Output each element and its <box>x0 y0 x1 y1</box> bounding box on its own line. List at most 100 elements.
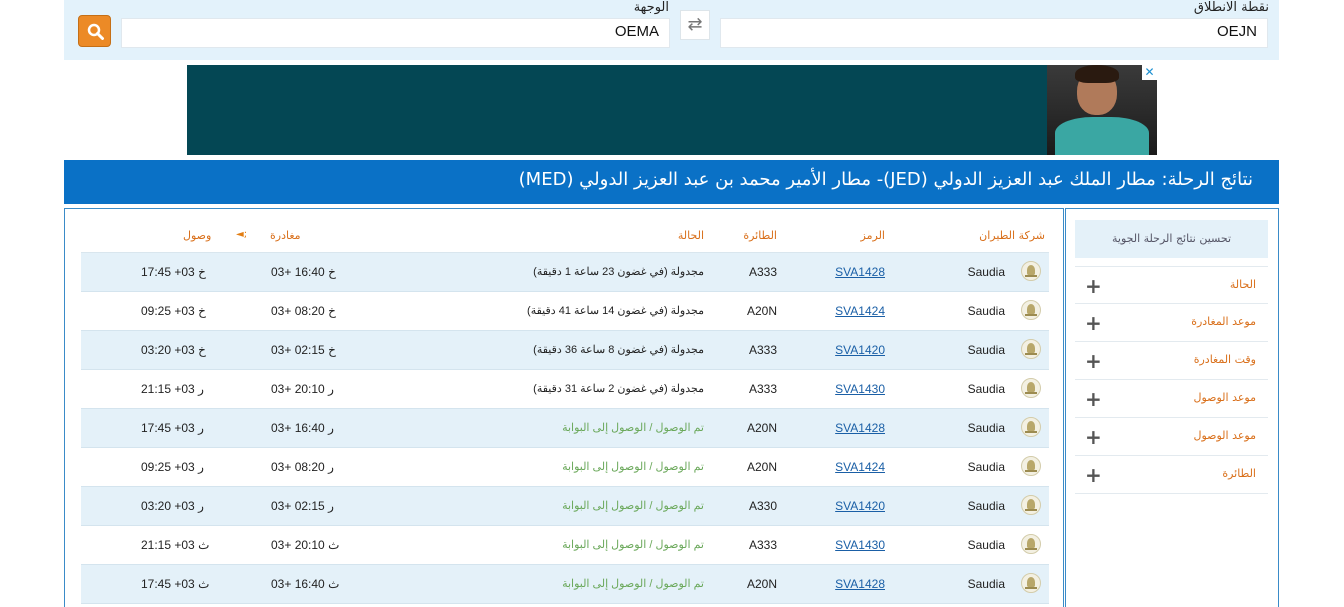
header-departure[interactable]: مغادرة <box>270 229 301 242</box>
flight-status: تم الوصول / الوصول إلى البوابة <box>562 422 704 434</box>
page-title: نتائج الرحلة: مطار الملك عبد العزيز الدو… <box>518 169 1253 190</box>
swap-icon[interactable]: ⇄ <box>680 10 710 40</box>
filter-label: وقت المغادرة <box>1193 353 1256 366</box>
flight-status: تم الوصول / الوصول إلى البوابة <box>562 578 704 590</box>
airline-name: Saudia <box>967 343 1005 357</box>
airline-name: Saudia <box>967 460 1005 474</box>
table-row[interactable]: Saudia SVA1430 A333 تم الوصول / الوصول إ… <box>81 526 1049 565</box>
aircraft-type: A20N <box>746 421 777 435</box>
flight-code-link[interactable]: SVA1430 <box>835 538 885 552</box>
flight-code-link[interactable]: SVA1424 <box>835 304 885 318</box>
destination-label: الوجهة <box>633 0 669 15</box>
airline-name: Saudia <box>967 382 1005 396</box>
departure-time: 03+ 16:40 ث <box>271 577 340 591</box>
search-button[interactable] <box>78 15 111 47</box>
ad-banner[interactable]: ✕ <box>187 65 1157 155</box>
flight-status: مجدولة (في غضون 2 ساعة 31 دقيقة) <box>533 383 704 395</box>
airline-name: Saudia <box>967 265 1005 279</box>
flight-status: مجدولة (في غضون 23 ساعة 1 دقيقة) <box>533 266 704 278</box>
arrival-time: 21:15 +03 ر <box>141 382 204 396</box>
expand-plus-icon[interactable]: + <box>1085 387 1102 411</box>
ad-person-image <box>1047 65 1157 155</box>
airline-name: Saudia <box>967 577 1005 591</box>
results-title-bar: نتائج الرحلة: مطار الملك عبد العزيز الدو… <box>64 160 1279 204</box>
search-bar: نقطة الانطلاق OEJN ⇄ الوجهة OEMA <box>64 0 1279 60</box>
origin-input[interactable]: OEJN <box>720 18 1268 48</box>
filter-label: الحالة <box>1229 278 1256 291</box>
sort-arrow-icon[interactable]: ◄; <box>236 229 247 240</box>
flight-status: مجدولة (في غضون 14 ساعة 41 دقيقة) <box>527 305 704 317</box>
filter-item[interactable]: موعد المغادرة + <box>1075 304 1268 342</box>
arrival-time: 09:25 +03 خ <box>141 304 206 318</box>
flight-code-link[interactable]: SVA1428 <box>835 265 885 279</box>
table-row[interactable]: Saudia SVA1420 A333 مجدولة (في غضون 8 سا… <box>81 331 1049 370</box>
filter-label: الطائرة <box>1222 467 1256 480</box>
aircraft-type: A20N <box>746 304 777 318</box>
flight-code-link[interactable]: SVA1430 <box>835 382 885 396</box>
departure-time: 03+ 20:10 ر <box>271 382 334 396</box>
saudia-logo-icon <box>1021 495 1041 515</box>
arrival-time: 03:20 +03 ر <box>141 499 204 513</box>
departure-time: 03+ 02:15 ر <box>271 499 334 513</box>
aircraft-type: A333 <box>748 343 777 357</box>
table-row[interactable]: Saudia SVA1428 A333 مجدولة (في غضون 23 س… <box>81 253 1049 292</box>
filter-item[interactable]: موعد الوصول + <box>1075 380 1268 418</box>
expand-plus-icon[interactable]: + <box>1085 311 1102 335</box>
table-body: Saudia SVA1428 A333 مجدولة (في غضون 23 س… <box>81 253 1049 604</box>
filter-item[interactable]: الطائرة + <box>1075 456 1268 494</box>
table-row[interactable]: Saudia SVA1430 A333 مجدولة (في غضون 2 سا… <box>81 370 1049 409</box>
saudia-logo-icon <box>1021 378 1041 398</box>
expand-plus-icon[interactable]: + <box>1085 274 1102 298</box>
departure-time: 03+ 02:15 خ <box>271 343 336 357</box>
flight-code-link[interactable]: SVA1428 <box>835 421 885 435</box>
flight-code-link[interactable]: SVA1420 <box>835 343 885 357</box>
table-row[interactable]: Saudia SVA1428 A20N تم الوصول / الوصول إ… <box>81 565 1049 604</box>
airline-name: Saudia <box>967 499 1005 513</box>
table-row[interactable]: Saudia SVA1428 A20N تم الوصول / الوصول إ… <box>81 409 1049 448</box>
filter-item[interactable]: الحالة + <box>1075 266 1268 304</box>
flight-status: تم الوصول / الوصول إلى البوابة <box>562 461 704 473</box>
aircraft-type: A333 <box>748 538 777 552</box>
arrival-time: 17:45 +03 ر <box>141 421 204 435</box>
aircraft-type: A20N <box>746 577 777 591</box>
saudia-logo-icon <box>1021 417 1041 437</box>
filter-label: موعد المغادرة <box>1191 315 1256 328</box>
saudia-logo-icon <box>1021 339 1041 359</box>
arrival-time: 09:25 +03 ر <box>141 460 204 474</box>
flight-code-link[interactable]: SVA1428 <box>835 577 885 591</box>
departure-time: 03+ 16:40 خ <box>271 265 336 279</box>
table-header: شركة الطيران الرمز الطائرة الحالة مغادرة… <box>81 223 1049 253</box>
header-code[interactable]: الرمز <box>861 229 885 242</box>
table-row[interactable]: Saudia SVA1424 A20N مجدولة (في غضون 14 س… <box>81 292 1049 331</box>
aircraft-type: A333 <box>748 265 777 279</box>
departure-time: 03+ 20:10 ث <box>271 538 340 552</box>
table-row[interactable]: Saudia SVA1420 A330 تم الوصول / الوصول إ… <box>81 487 1049 526</box>
flight-status: تم الوصول / الوصول إلى البوابة <box>562 500 704 512</box>
filter-item[interactable]: موعد الوصول + <box>1075 418 1268 456</box>
results-panel: شركة الطيران الرمز الطائرة الحالة مغادرة… <box>64 208 1064 607</box>
arrival-time: 17:45 +03 ث <box>141 577 210 591</box>
ad-close-icon[interactable]: ✕ <box>1142 65 1157 80</box>
destination-input[interactable]: OEMA <box>121 18 670 48</box>
expand-plus-icon[interactable]: + <box>1085 463 1102 487</box>
header-status[interactable]: الحالة <box>678 229 704 242</box>
departure-time: 03+ 16:40 ر <box>271 421 334 435</box>
table-row[interactable]: Saudia SVA1424 A20N تم الوصول / الوصول إ… <box>81 448 1049 487</box>
saudia-logo-icon <box>1021 456 1041 476</box>
flight-code-link[interactable]: SVA1420 <box>835 499 885 513</box>
expand-plus-icon[interactable]: + <box>1085 425 1102 449</box>
saudia-logo-icon <box>1021 573 1041 593</box>
saudia-logo-icon <box>1021 534 1041 554</box>
saudia-logo-icon <box>1021 261 1041 281</box>
aircraft-type: A330 <box>748 499 777 513</box>
saudia-logo-icon <box>1021 300 1041 320</box>
refine-results-heading: تحسين نتائج الرحلة الجوية <box>1075 220 1268 258</box>
header-airline[interactable]: شركة الطيران <box>979 229 1045 242</box>
flight-code-link[interactable]: SVA1424 <box>835 460 885 474</box>
header-aircraft[interactable]: الطائرة <box>743 229 777 242</box>
flight-status: تم الوصول / الوصول إلى البوابة <box>562 539 704 551</box>
header-arrival[interactable]: وصول <box>183 229 211 242</box>
filter-item[interactable]: وقت المغادرة + <box>1075 342 1268 380</box>
expand-plus-icon[interactable]: + <box>1085 349 1102 373</box>
arrival-time: 03:20 +03 خ <box>141 343 206 357</box>
